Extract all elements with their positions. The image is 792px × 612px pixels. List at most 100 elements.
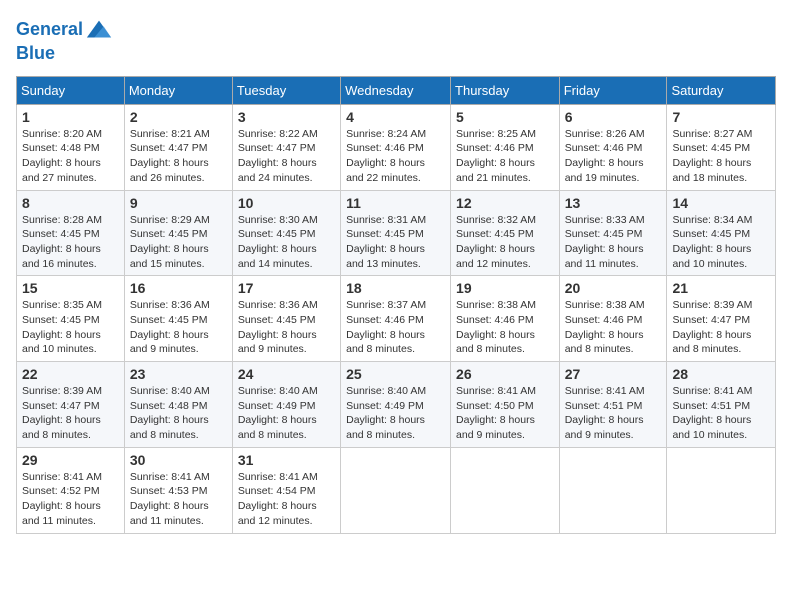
- day-number: 2: [130, 109, 227, 125]
- logo: GeneralBlue: [16, 16, 113, 64]
- daylight-label: Daylight: 8 hours and 8 minutes.: [346, 329, 425, 356]
- calendar-cell: 1 Sunrise: 8:20 AM Sunset: 4:48 PM Dayli…: [17, 104, 125, 190]
- daylight-label: Daylight: 8 hours and 11 minutes.: [130, 500, 209, 527]
- day-number: 16: [130, 280, 227, 296]
- sunset-label: Sunset: 4:45 PM: [238, 314, 316, 326]
- sunrise-label: Sunrise: 8:21 AM: [130, 128, 210, 140]
- day-info: Sunrise: 8:41 AM Sunset: 4:50 PM Dayligh…: [456, 384, 554, 443]
- day-info: Sunrise: 8:36 AM Sunset: 4:45 PM Dayligh…: [238, 298, 335, 357]
- daylight-label: Daylight: 8 hours and 19 minutes.: [565, 157, 644, 184]
- calendar-cell: 26 Sunrise: 8:41 AM Sunset: 4:50 PM Dayl…: [451, 362, 560, 448]
- column-header-friday: Friday: [559, 76, 667, 104]
- sunset-label: Sunset: 4:50 PM: [456, 400, 534, 412]
- daylight-label: Daylight: 8 hours and 8 minutes.: [22, 414, 101, 441]
- day-number: 19: [456, 280, 554, 296]
- daylight-label: Daylight: 8 hours and 11 minutes.: [22, 500, 101, 527]
- calendar-cell: 16 Sunrise: 8:36 AM Sunset: 4:45 PM Dayl…: [124, 276, 232, 362]
- calendar-week-row: 1 Sunrise: 8:20 AM Sunset: 4:48 PM Dayli…: [17, 104, 776, 190]
- calendar-cell: 3 Sunrise: 8:22 AM Sunset: 4:47 PM Dayli…: [232, 104, 340, 190]
- calendar-table: SundayMondayTuesdayWednesdayThursdayFrid…: [16, 76, 776, 534]
- calendar-cell: 27 Sunrise: 8:41 AM Sunset: 4:51 PM Dayl…: [559, 362, 667, 448]
- sunrise-label: Sunrise: 8:29 AM: [130, 214, 210, 226]
- calendar-cell: [667, 447, 776, 533]
- page-header: GeneralBlue: [16, 16, 776, 64]
- column-header-thursday: Thursday: [451, 76, 560, 104]
- sunset-label: Sunset: 4:46 PM: [346, 314, 424, 326]
- day-number: 4: [346, 109, 445, 125]
- day-info: Sunrise: 8:41 AM Sunset: 4:51 PM Dayligh…: [565, 384, 662, 443]
- sunrise-label: Sunrise: 8:41 AM: [565, 385, 645, 397]
- daylight-label: Daylight: 8 hours and 9 minutes.: [456, 414, 535, 441]
- sunrise-label: Sunrise: 8:27 AM: [672, 128, 752, 140]
- sunset-label: Sunset: 4:46 PM: [565, 314, 643, 326]
- day-info: Sunrise: 8:30 AM Sunset: 4:45 PM Dayligh…: [238, 213, 335, 272]
- sunrise-label: Sunrise: 8:24 AM: [346, 128, 426, 140]
- sunrise-label: Sunrise: 8:31 AM: [346, 214, 426, 226]
- daylight-label: Daylight: 8 hours and 8 minutes.: [565, 329, 644, 356]
- daylight-label: Daylight: 8 hours and 12 minutes.: [238, 500, 317, 527]
- sunrise-label: Sunrise: 8:38 AM: [565, 299, 645, 311]
- sunset-label: Sunset: 4:49 PM: [346, 400, 424, 412]
- sunset-label: Sunset: 4:46 PM: [456, 142, 534, 154]
- calendar-cell: 15 Sunrise: 8:35 AM Sunset: 4:45 PM Dayl…: [17, 276, 125, 362]
- calendar-cell: 23 Sunrise: 8:40 AM Sunset: 4:48 PM Dayl…: [124, 362, 232, 448]
- sunset-label: Sunset: 4:45 PM: [672, 228, 750, 240]
- sunrise-label: Sunrise: 8:41 AM: [672, 385, 752, 397]
- sunrise-label: Sunrise: 8:32 AM: [456, 214, 536, 226]
- sunrise-label: Sunrise: 8:36 AM: [238, 299, 318, 311]
- daylight-label: Daylight: 8 hours and 8 minutes.: [672, 329, 751, 356]
- sunrise-label: Sunrise: 8:30 AM: [238, 214, 318, 226]
- day-info: Sunrise: 8:40 AM Sunset: 4:48 PM Dayligh…: [130, 384, 227, 443]
- calendar-cell: 18 Sunrise: 8:37 AM Sunset: 4:46 PM Dayl…: [341, 276, 451, 362]
- day-number: 23: [130, 366, 227, 382]
- sunrise-label: Sunrise: 8:40 AM: [238, 385, 318, 397]
- calendar-cell: 6 Sunrise: 8:26 AM Sunset: 4:46 PM Dayli…: [559, 104, 667, 190]
- daylight-label: Daylight: 8 hours and 10 minutes.: [672, 243, 751, 270]
- day-number: 15: [22, 280, 119, 296]
- day-number: 17: [238, 280, 335, 296]
- day-number: 1: [22, 109, 119, 125]
- day-number: 14: [672, 195, 770, 211]
- day-info: Sunrise: 8:20 AM Sunset: 4:48 PM Dayligh…: [22, 127, 119, 186]
- day-info: Sunrise: 8:38 AM Sunset: 4:46 PM Dayligh…: [456, 298, 554, 357]
- sunset-label: Sunset: 4:49 PM: [238, 400, 316, 412]
- day-info: Sunrise: 8:27 AM Sunset: 4:45 PM Dayligh…: [672, 127, 770, 186]
- day-number: 11: [346, 195, 445, 211]
- sunset-label: Sunset: 4:45 PM: [22, 314, 100, 326]
- day-number: 20: [565, 280, 662, 296]
- calendar-cell: 19 Sunrise: 8:38 AM Sunset: 4:46 PM Dayl…: [451, 276, 560, 362]
- calendar-cell: 31 Sunrise: 8:41 AM Sunset: 4:54 PM Dayl…: [232, 447, 340, 533]
- calendar-cell: 5 Sunrise: 8:25 AM Sunset: 4:46 PM Dayli…: [451, 104, 560, 190]
- sunset-label: Sunset: 4:51 PM: [565, 400, 643, 412]
- column-header-tuesday: Tuesday: [232, 76, 340, 104]
- sunrise-label: Sunrise: 8:28 AM: [22, 214, 102, 226]
- calendar-week-row: 29 Sunrise: 8:41 AM Sunset: 4:52 PM Dayl…: [17, 447, 776, 533]
- sunrise-label: Sunrise: 8:41 AM: [130, 471, 210, 483]
- day-info: Sunrise: 8:21 AM Sunset: 4:47 PM Dayligh…: [130, 127, 227, 186]
- sunset-label: Sunset: 4:45 PM: [456, 228, 534, 240]
- daylight-label: Daylight: 8 hours and 21 minutes.: [456, 157, 535, 184]
- day-info: Sunrise: 8:22 AM Sunset: 4:47 PM Dayligh…: [238, 127, 335, 186]
- daylight-label: Daylight: 8 hours and 15 minutes.: [130, 243, 209, 270]
- sunrise-label: Sunrise: 8:39 AM: [672, 299, 752, 311]
- sunset-label: Sunset: 4:53 PM: [130, 485, 208, 497]
- sunset-label: Sunset: 4:46 PM: [346, 142, 424, 154]
- calendar-cell: [451, 447, 560, 533]
- calendar-cell: 17 Sunrise: 8:36 AM Sunset: 4:45 PM Dayl…: [232, 276, 340, 362]
- calendar-week-row: 22 Sunrise: 8:39 AM Sunset: 4:47 PM Dayl…: [17, 362, 776, 448]
- sunrise-label: Sunrise: 8:41 AM: [22, 471, 102, 483]
- day-info: Sunrise: 8:28 AM Sunset: 4:45 PM Dayligh…: [22, 213, 119, 272]
- day-info: Sunrise: 8:40 AM Sunset: 4:49 PM Dayligh…: [346, 384, 445, 443]
- day-info: Sunrise: 8:41 AM Sunset: 4:52 PM Dayligh…: [22, 470, 119, 529]
- day-info: Sunrise: 8:36 AM Sunset: 4:45 PM Dayligh…: [130, 298, 227, 357]
- calendar-week-row: 15 Sunrise: 8:35 AM Sunset: 4:45 PM Dayl…: [17, 276, 776, 362]
- day-info: Sunrise: 8:41 AM Sunset: 4:51 PM Dayligh…: [672, 384, 770, 443]
- daylight-label: Daylight: 8 hours and 8 minutes.: [130, 414, 209, 441]
- calendar-cell: 7 Sunrise: 8:27 AM Sunset: 4:45 PM Dayli…: [667, 104, 776, 190]
- daylight-label: Daylight: 8 hours and 27 minutes.: [22, 157, 101, 184]
- day-number: 5: [456, 109, 554, 125]
- calendar-cell: 8 Sunrise: 8:28 AM Sunset: 4:45 PM Dayli…: [17, 190, 125, 276]
- sunrise-label: Sunrise: 8:36 AM: [130, 299, 210, 311]
- sunrise-label: Sunrise: 8:33 AM: [565, 214, 645, 226]
- sunrise-label: Sunrise: 8:41 AM: [238, 471, 318, 483]
